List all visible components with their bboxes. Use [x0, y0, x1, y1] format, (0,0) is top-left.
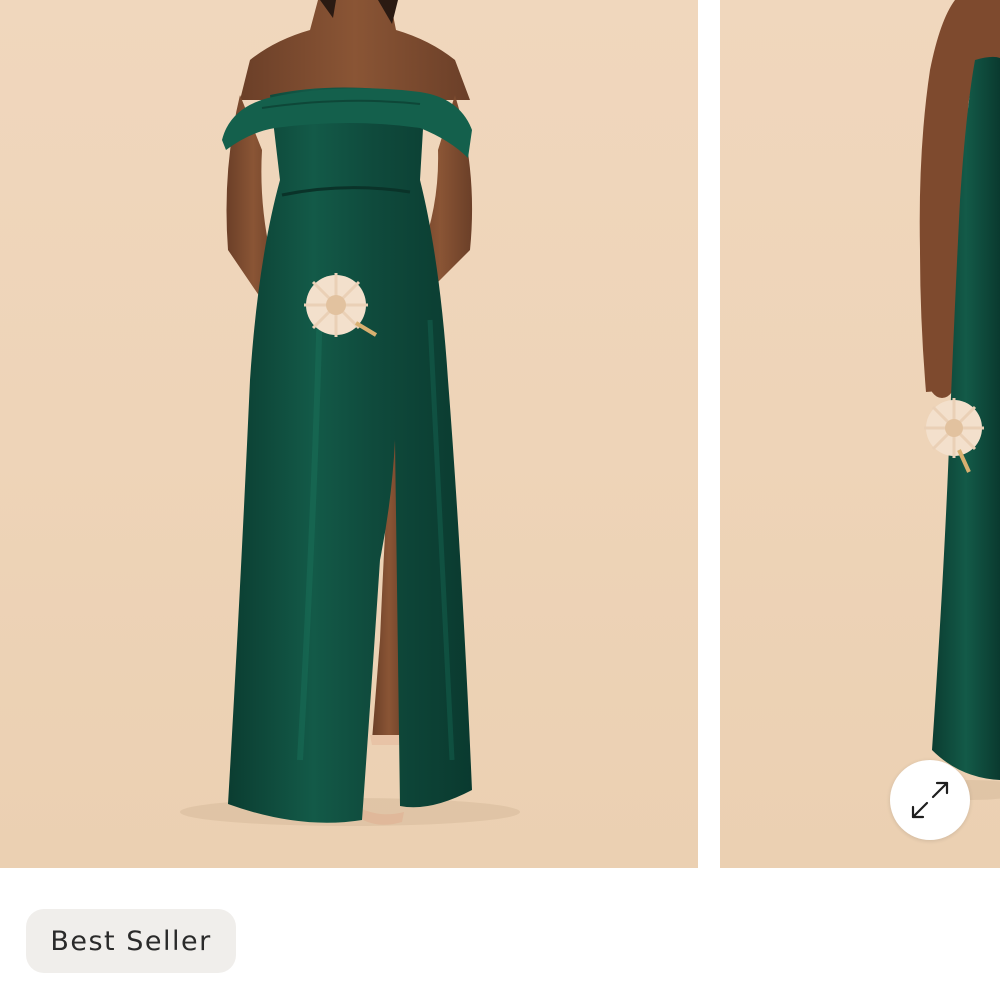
model-illustration [180, 0, 520, 826]
product-image-main[interactable] [0, 0, 698, 868]
best-seller-badge: Best Seller [26, 909, 236, 973]
expand-image-button[interactable] [890, 760, 970, 840]
model-side-illustration [910, 0, 1000, 800]
expand-arrows-icon [911, 781, 949, 819]
product-image-gallery [0, 0, 1000, 868]
product-image-secondary[interactable] [720, 0, 1000, 868]
badge-label: Best Seller [50, 925, 212, 957]
